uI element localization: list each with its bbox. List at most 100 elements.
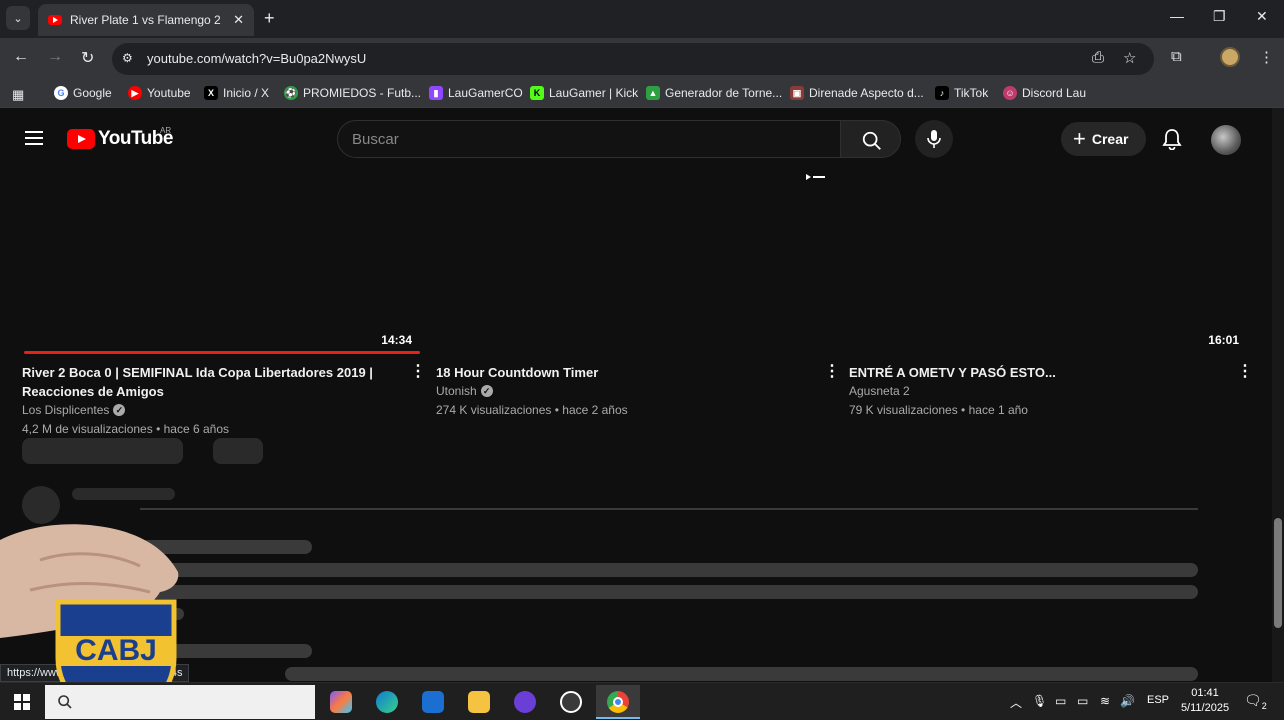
video-thumbnail[interactable]: 14:34: [22, 180, 420, 354]
app-launcher-icon[interactable]: [514, 691, 536, 713]
bookmark-tiktok[interactable]: ♪ TikTok: [935, 86, 988, 100]
tray-battery-icon[interactable]: ▭: [1077, 694, 1088, 708]
video-title[interactable]: 18 Hour Countdown Timer: [436, 363, 796, 382]
create-button[interactable]: + Crear: [1061, 122, 1146, 156]
twitch-icon: ▮: [429, 86, 443, 100]
channel-name[interactable]: Agusneta 2: [849, 384, 910, 398]
notifications-bell-icon[interactable]: [1162, 128, 1182, 150]
tray-wifi-icon[interactable]: ≋: [1100, 694, 1110, 708]
search-button[interactable]: [841, 120, 901, 158]
bookmark-label: LauGamerCO: [448, 86, 523, 100]
account-avatar[interactable]: [1211, 125, 1241, 155]
tab-close-icon[interactable]: ✕: [233, 12, 244, 28]
new-tab-button[interactable]: +: [264, 8, 275, 29]
back-button[interactable]: ←: [13, 48, 29, 66]
edge-browser-icon[interactable]: [376, 691, 398, 713]
bookmark-x[interactable]: X Inicio / X: [204, 86, 269, 100]
video-card[interactable]: 16:01 ENTRÉ A OMETV Y PASÓ ESTO... ⋮ Agu…: [849, 180, 1253, 440]
taskbar-clock[interactable]: 01:41 5/11/2025: [1178, 686, 1232, 716]
notifications-icon[interactable]: 🗨2: [1244, 692, 1267, 711]
skeleton-line: [72, 488, 175, 500]
chrome-icon: [607, 691, 629, 713]
channel-name[interactable]: Utonish ✓: [436, 384, 493, 398]
promiedos-icon: ⚽: [284, 86, 298, 100]
bookmark-kick[interactable]: K LauGamer | Kick: [530, 86, 638, 100]
video-meta: 79 K visualizaciones • hace 1 año: [849, 403, 1028, 417]
video-title[interactable]: ENTRÉ A OMETV Y PASÓ ESTO...: [849, 363, 1209, 382]
bookmark-twitch[interactable]: ▮ LauGamerCO: [429, 86, 523, 100]
forward-button[interactable]: →: [47, 48, 63, 66]
bookmark-label: Discord Lau: [1022, 86, 1087, 100]
youtube-logo[interactable]: YouTube: [67, 128, 173, 150]
search-input[interactable]: [338, 121, 840, 157]
tab-search-button[interactable]: ⌄: [6, 6, 30, 30]
restore-button[interactable]: ❐: [1213, 8, 1226, 25]
tab-title: River Plate 1 vs Flamengo 2 | Re: [70, 13, 225, 27]
apps-grid-icon[interactable]: ▦: [12, 87, 24, 103]
channel-label: Agusneta 2: [849, 384, 910, 398]
tray-meet-icon[interactable]: ▭: [1055, 694, 1066, 708]
region-code: AR: [160, 126, 172, 135]
copilot-app-icon[interactable]: [330, 691, 352, 713]
search-icon: [862, 131, 881, 150]
youtube-header: YouTube AR + Crear: [0, 108, 1272, 168]
page-scrollbar[interactable]: [1272, 108, 1284, 682]
trophy-icon: ▲: [646, 86, 660, 100]
browser-toolbar: ← → ↻ ⚙ youtube.com/watch?v=Bu0pa2NwysU …: [0, 38, 1284, 80]
voice-search-button[interactable]: [915, 120, 953, 158]
more-options-icon[interactable]: ⋮: [1237, 364, 1253, 380]
bookmark-direnade[interactable]: ▣ Direnade Aspecto d...: [790, 86, 924, 100]
bookmark-label: Generador de Torne...: [665, 86, 783, 100]
bookmark-label: TikTok: [954, 86, 989, 100]
start-button[interactable]: [14, 694, 30, 710]
image-icon: ▣: [790, 86, 804, 100]
youtube-favicon-icon: [48, 15, 62, 25]
tray-mic-icon[interactable]: 🎙: [1032, 694, 1047, 708]
chrome-taskbar-active[interactable]: [596, 685, 640, 719]
close-window-button[interactable]: ✕: [1256, 8, 1268, 25]
bookmark-youtube[interactable]: ▶ Youtube: [128, 86, 191, 100]
minimize-button[interactable]: —: [1170, 8, 1184, 24]
obs-app-icon[interactable]: [560, 691, 582, 713]
skeleton-chip: [213, 438, 263, 464]
video-card[interactable]: 18 Hour Countdown Timer ⋮ Utonish ✓ 274 …: [436, 180, 840, 440]
menu-icon[interactable]: [25, 131, 43, 145]
clock-time: 01:41: [1191, 687, 1219, 699]
more-options-icon[interactable]: ⋮: [410, 364, 426, 380]
site-info-icon[interactable]: ⚙: [122, 51, 133, 65]
browser-menu-icon[interactable]: ⋮: [1259, 48, 1274, 66]
plus-icon: +: [1073, 126, 1086, 151]
watched-progress-bar: [24, 351, 420, 354]
bookmark-google[interactable]: G Google: [54, 86, 112, 100]
profile-avatar[interactable]: [1220, 47, 1240, 67]
scrollbar-thumb[interactable]: [1274, 518, 1282, 628]
browser-tabstrip: ⌄ River Plate 1 vs Flamengo 2 | Re ✕ + —…: [0, 0, 1284, 38]
address-bar[interactable]: ⚙ youtube.com/watch?v=Bu0pa2NwysU ⎙ ☆: [112, 43, 1154, 75]
more-options-icon[interactable]: ⋮: [824, 364, 840, 380]
verified-icon: ✓: [480, 385, 493, 397]
video-title[interactable]: River 2 Boca 0 | SEMIFINAL Ida Copa Libe…: [22, 363, 382, 401]
tray-language[interactable]: ESP: [1147, 694, 1169, 706]
tray-overflow-icon[interactable]: ︿: [1010, 694, 1022, 711]
search-box: [337, 120, 841, 158]
reload-button[interactable]: ↻: [81, 48, 94, 68]
file-explorer-icon[interactable]: [468, 691, 490, 713]
extensions-icon[interactable]: ⧉: [1171, 48, 1182, 65]
tray-volume-icon[interactable]: 🔊: [1120, 694, 1135, 708]
bookmark-discord[interactable]: ☺ Discord Lau: [1003, 86, 1086, 100]
crest-text: CABJ: [75, 634, 157, 667]
video-card[interactable]: 14:34 River 2 Boca 0 | SEMIFINAL Ida Cop…: [22, 180, 426, 440]
browser-tab-active[interactable]: River Plate 1 vs Flamengo 2 | Re ✕: [38, 4, 254, 36]
video-thumbnail[interactable]: 16:01: [849, 180, 1247, 352]
bookmark-torneos[interactable]: ▲ Generador de Torne...: [646, 86, 782, 100]
channel-name[interactable]: Los Displicentes ✓: [22, 403, 126, 417]
outlook-app-icon[interactable]: [422, 691, 444, 713]
bookmark-promiedos[interactable]: ⚽ PROMIEDOS - Futb...: [284, 86, 421, 100]
bookmark-label: Inicio / X: [223, 86, 270, 100]
bookmark-star-icon[interactable]: ☆: [1123, 49, 1136, 67]
video-thumbnail[interactable]: [436, 180, 834, 352]
install-app-icon[interactable]: ⎙: [1092, 49, 1104, 66]
taskbar-search-box[interactable]: [45, 685, 315, 719]
kick-icon: K: [530, 86, 544, 100]
skeleton-line: [285, 667, 1198, 681]
